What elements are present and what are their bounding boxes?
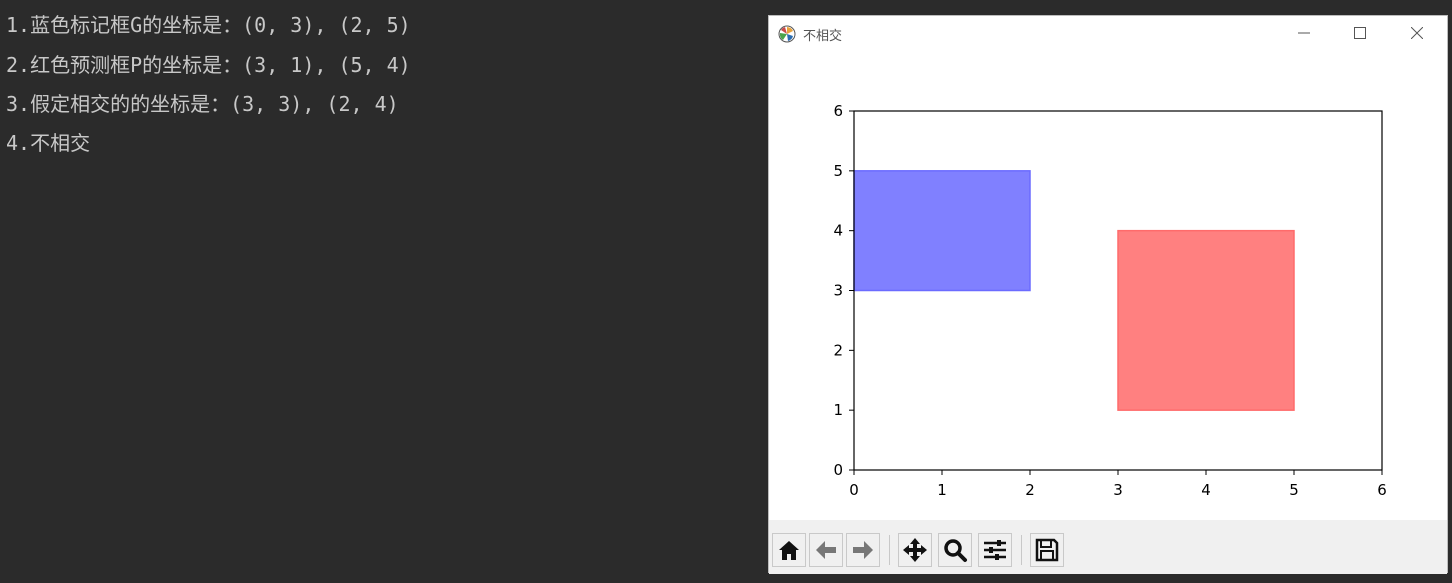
x-tick-label: 4: [1201, 481, 1211, 499]
zoom-button[interactable]: [938, 533, 972, 567]
chart: 0 1 2 3 4 5 6 0 1 2 3 4 5 6: [833, 102, 1387, 499]
console-output: 1.蓝色标记框G的坐标是：(0, 3), (2, 5) 2.红色预测框P的坐标是…: [0, 0, 760, 583]
console-line: 4.不相交: [6, 131, 91, 155]
x-tick-label: 0: [849, 481, 859, 499]
forward-button[interactable]: [846, 533, 880, 567]
y-tick-label: 5: [833, 162, 843, 180]
console-line: 3.假定相交的的坐标是：(3, 3), (2, 4): [6, 92, 399, 116]
matplotlib-logo-icon: [778, 25, 796, 43]
y-tick-label: 4: [833, 222, 843, 240]
figure-window: 不相交 0 1 2 3 4 5 6 0 1 2 3 4 5 6: [768, 15, 1449, 574]
y-tick-label: 3: [833, 282, 843, 300]
back-icon: [816, 541, 836, 559]
save-button[interactable]: [1030, 533, 1064, 567]
x-tick-label: 1: [937, 481, 947, 499]
save-icon: [1035, 538, 1059, 562]
close-button[interactable]: [1389, 16, 1445, 50]
x-tick-label: 2: [1025, 481, 1035, 499]
title-bar[interactable]: 不相交: [769, 16, 1447, 50]
minimize-button[interactable]: [1276, 16, 1332, 50]
navigation-toolbar: [769, 520, 1447, 574]
y-tick-label: 6: [833, 102, 843, 120]
window-title: 不相交: [803, 29, 843, 44]
x-tick-label: 6: [1377, 481, 1387, 499]
y-tick-label: 1: [833, 401, 843, 419]
x-tick-label: 5: [1289, 481, 1299, 499]
home-icon: [779, 541, 799, 560]
rectangle-patch: [853, 170, 1031, 292]
x-tick-label: 3: [1113, 481, 1123, 499]
rectangle-patch: [1117, 229, 1295, 411]
forward-icon: [853, 541, 873, 559]
home-button[interactable]: [772, 533, 806, 567]
configure-subplots-icon: [984, 540, 1006, 560]
toolbar-separator: [1021, 535, 1022, 565]
toolbar-separator: [889, 535, 890, 565]
y-tick-label: 2: [833, 341, 843, 359]
configure-subplots-button[interactable]: [978, 533, 1012, 567]
y-tick-label: 0: [833, 461, 843, 479]
minimize-icon: [1298, 32, 1310, 34]
back-button[interactable]: [809, 533, 843, 567]
close-icon: [1411, 27, 1423, 39]
console-line: 2.红色预测框P的坐标是：(3, 1), (5, 4): [6, 53, 411, 77]
console-line: 1.蓝色标记框G的坐标是：(0, 3), (2, 5): [6, 13, 411, 37]
pan-button[interactable]: [898, 533, 932, 567]
pan-icon: [903, 538, 927, 562]
plot-area[interactable]: 0 1 2 3 4 5 6 0 1 2 3 4 5 6: [769, 50, 1449, 520]
maximize-icon: [1354, 27, 1366, 39]
zoom-icon: [944, 539, 967, 562]
maximize-button[interactable]: [1332, 16, 1388, 50]
